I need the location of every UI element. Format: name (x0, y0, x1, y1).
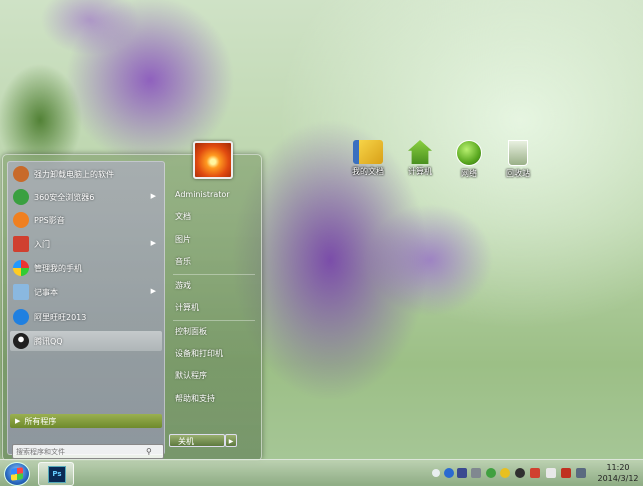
menu-item-computer[interactable]: 计算机 (173, 300, 257, 316)
program-item-qq[interactable]: 腾讯QQ (10, 331, 162, 351)
submenu-arrow-icon[interactable]: ▶ (151, 287, 156, 295)
network-globe-icon (456, 140, 482, 166)
program-label: 入门 (34, 239, 50, 249)
help-icon[interactable] (444, 468, 454, 478)
desktop-icon-label: 我的文档 (352, 167, 384, 176)
qq-tray-icon[interactable] (515, 468, 525, 478)
program-item-aliwangwang[interactable]: 阿里旺旺2013 (10, 307, 162, 327)
program-label: 记事本 (34, 287, 58, 297)
submenu-arrow-icon[interactable]: ▶ (151, 192, 156, 200)
clock-date: 2014/3/12 (597, 474, 639, 483)
360-tray-icon[interactable] (486, 468, 496, 478)
start-menu-programs-pane: 强力卸载电脑上的软件 360安全浏览器6 ▶ PPS影音 入门 ▶ 管理我的手机… (7, 161, 165, 459)
clock-time: 11:20 (606, 463, 630, 472)
computer-house-icon (408, 140, 432, 164)
desktop-icon-network[interactable]: 网络 (449, 140, 489, 179)
desktop-icon-label: 回收站 (506, 169, 530, 178)
recycle-bin-icon (508, 140, 528, 166)
menu-item-help-support[interactable]: 帮助和支持 (173, 391, 257, 407)
submenu-arrow-icon[interactable]: ▶ (151, 239, 156, 247)
menu-item-pictures[interactable]: 图片 (173, 232, 257, 248)
taskbar: Ps 11:20 2014/3/12 (0, 459, 643, 486)
user-avatar[interactable] (193, 141, 233, 179)
clock[interactable]: 11:20 2014/3/12 (596, 462, 640, 484)
photoshop-icon: Ps (48, 466, 66, 483)
show-hidden-icons-icon[interactable] (432, 469, 440, 477)
search-input[interactable] (13, 446, 146, 457)
menu-item-control-panel[interactable]: 控制面板 (173, 324, 257, 340)
network-tray-icon[interactable] (471, 468, 481, 478)
monitor-tray-icon[interactable] (576, 468, 586, 478)
search-box[interactable]: ⚲ (12, 444, 164, 459)
search-icon[interactable]: ⚲ (146, 447, 152, 456)
program-item-360-browser[interactable]: 360安全浏览器6 ▶ (10, 187, 162, 207)
program-item-notepad[interactable]: 记事本 ▶ (10, 282, 162, 302)
uninstall-icon (13, 166, 29, 182)
shutdown-options-arrow-icon[interactable]: ▶ (225, 434, 237, 447)
flag-alert-icon[interactable] (546, 468, 556, 478)
windows-logo-icon (11, 467, 23, 481)
user-name[interactable]: Administrator (173, 187, 257, 203)
desktop-icon-recycle-bin[interactable]: 回收站 (498, 140, 538, 179)
pps-icon (13, 212, 29, 228)
all-programs-arrow-icon: ▶ (15, 417, 21, 425)
start-menu: 强力卸载电脑上的软件 360安全浏览器6 ▶ PPS影音 入门 ▶ 管理我的手机… (2, 141, 262, 461)
desktop-icon-computer[interactable]: 计算机 (400, 140, 440, 177)
aliwangwang-icon (13, 309, 29, 325)
menu-item-default-programs[interactable]: 默认程序 (173, 368, 257, 384)
getting-started-icon (13, 236, 29, 252)
menu-item-music[interactable]: 音乐 (173, 254, 257, 270)
program-item-phone-manager[interactable]: 管理我的手机 (10, 258, 162, 278)
security-shield-icon[interactable] (457, 468, 467, 478)
start-button[interactable] (4, 462, 30, 486)
menu-separator (173, 274, 255, 275)
menu-item-devices-printers[interactable]: 设备和打印机 (173, 346, 257, 362)
all-programs-button[interactable]: ▶ 所有程序 (10, 414, 162, 428)
desktop-icon-label: 计算机 (408, 167, 432, 176)
taskbar-app-photoshop[interactable]: Ps (38, 462, 74, 486)
menu-item-games[interactable]: 游戏 (173, 278, 257, 294)
qq-icon (13, 333, 29, 349)
program-label: 管理我的手机 (34, 263, 82, 273)
program-label: PPS影音 (34, 215, 65, 225)
program-item-uninstaller[interactable]: 强力卸载电脑上的软件 (10, 164, 162, 184)
menu-separator (173, 320, 255, 321)
wangwang-tray-icon[interactable] (500, 468, 510, 478)
program-item-getting-started[interactable]: 入门 ▶ (10, 234, 162, 254)
browser-360-icon (13, 189, 29, 205)
input-method-icon[interactable] (530, 468, 540, 478)
program-item-pps[interactable]: PPS影音 (10, 210, 162, 230)
program-label: 360安全浏览器6 (34, 192, 95, 202)
program-label: 腾讯QQ (34, 336, 63, 346)
menu-item-documents[interactable]: 文档 (173, 209, 257, 225)
notepad-icon (13, 284, 29, 300)
phone-manager-icon (13, 260, 29, 276)
documents-folder-icon (353, 140, 383, 164)
all-programs-label: 所有程序 (24, 416, 57, 426)
program-label: 阿里旺旺2013 (34, 312, 87, 322)
action-center-icon[interactable] (561, 468, 571, 478)
program-label: 强力卸载电脑上的软件 (34, 169, 114, 179)
shutdown-button[interactable]: 关机 (169, 434, 225, 447)
desktop-icon-documents[interactable]: 我的文档 (348, 140, 388, 177)
desktop-icon-label: 网络 (461, 169, 477, 178)
